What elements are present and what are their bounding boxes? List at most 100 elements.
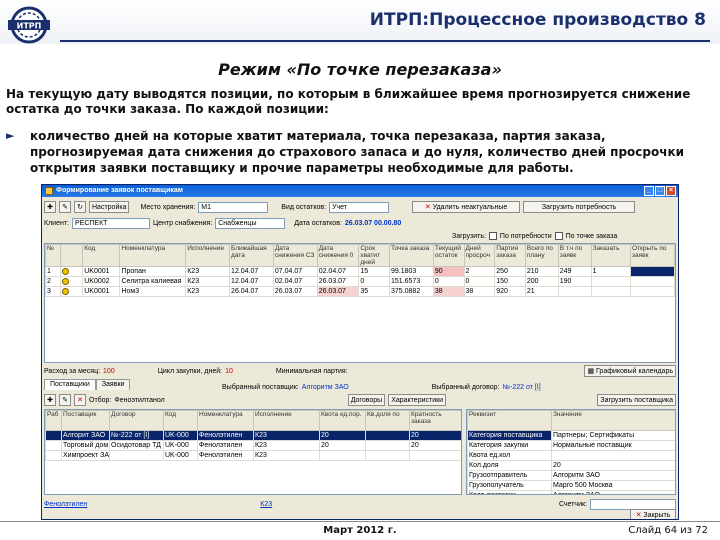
load-need-button[interactable]: Загрузить потребность	[523, 201, 636, 213]
column-header[interactable]: Раб	[45, 410, 62, 431]
column-header[interactable]: Номенклатура	[119, 244, 187, 267]
column-header[interactable]: Дней просроч	[463, 244, 496, 267]
position-row[interactable]: 3 UK0001 Ном3 К23 26.04.07 26.03.07 26.03.07 35…	[45, 286, 675, 297]
property-row[interactable]: Грузополучатель Марго 500 Москва	[467, 480, 675, 491]
column-header[interactable]: Кратность заказа	[409, 410, 461, 431]
property-row[interactable]: Кол.доля 20	[467, 460, 675, 471]
table-cell	[60, 276, 84, 287]
table-cell	[630, 266, 675, 277]
column-header[interactable]: Открыть по заявк	[630, 244, 675, 267]
bullet-text: количество дней на которые хватит матери…	[30, 129, 685, 175]
load-need-label: Загрузить потребность	[541, 203, 617, 211]
warning-icon	[62, 287, 70, 295]
slide-title: ИТРП:Процессное производство 8	[369, 10, 706, 30]
supplier-edit-icon[interactable]: ✎	[59, 394, 71, 406]
column-header[interactable]: Номенклатура	[197, 410, 254, 431]
maximize-button[interactable]: □	[655, 186, 665, 196]
table-cell: 26.03.07	[316, 286, 360, 297]
table-cell	[590, 286, 632, 297]
table-cell	[365, 450, 410, 461]
new-icon[interactable]: ✚	[44, 201, 56, 213]
table-cell: 920	[494, 286, 526, 297]
props-header-row: Реквизит Значение	[467, 410, 675, 431]
close-button[interactable]: ✕ Закрыть	[630, 509, 676, 519]
column-header[interactable]: Дата снижения 0	[316, 244, 360, 267]
load-supplier-button[interactable]: Загрузить поставщика	[597, 394, 676, 406]
property-row[interactable]: Категория поставщика Партнеры; Сертификат…	[467, 430, 675, 441]
client-field[interactable]: РЕСПЕКТ	[71, 217, 150, 229]
center-field[interactable]: Снабженцы	[215, 217, 286, 229]
calc-field[interactable]: Учет	[329, 201, 390, 213]
table-cell	[557, 286, 592, 297]
column-header[interactable]: Значение	[551, 410, 675, 431]
column-header[interactable]: Код	[82, 244, 121, 267]
column-header[interactable]: Договор	[109, 410, 164, 431]
column-header[interactable]: Квота ед.пор.	[319, 410, 366, 431]
supplier-add-icon[interactable]: ✚	[44, 394, 56, 406]
delete-irrelevant-button[interactable]: ✕ Удалить неактуальные	[412, 201, 521, 213]
column-header[interactable]	[60, 244, 84, 267]
table-cell: 90	[432, 266, 465, 277]
column-header[interactable]: Исполнение	[185, 244, 231, 267]
column-header[interactable]: Кв.доля по	[365, 410, 410, 431]
footer-slide-number: Слайд 64 из 72	[628, 525, 708, 536]
edit-icon[interactable]: ✎	[59, 201, 71, 213]
minimize-button[interactable]: _	[644, 186, 654, 196]
property-row[interactable]: Квота ед.кол	[467, 450, 675, 461]
suppliers-grid: Раб Поставщик Договор Код Номенклатура Исполн…	[44, 409, 462, 495]
column-header[interactable]: №	[45, 244, 62, 267]
storage-field[interactable]: М1	[198, 201, 269, 213]
suppliers-header-row: Раб Поставщик Договор Код Номенклатура Исполн…	[45, 410, 461, 431]
characteristics-button[interactable]: Характеристики	[388, 394, 447, 406]
table-cell: Ном3	[119, 286, 187, 297]
column-header[interactable]: Ближайшая дата	[229, 244, 274, 267]
need-checkbox[interactable]	[488, 232, 497, 240]
tab-orders[interactable]: Заявки	[95, 379, 131, 390]
column-header[interactable]: Реквизит	[467, 410, 552, 431]
bottom-item-link[interactable]: Фенолэтилен	[44, 501, 87, 508]
table-cell: Алгорит ЗАО	[61, 430, 110, 441]
column-header[interactable]: Код	[163, 410, 198, 431]
table-cell: UK-000	[163, 440, 198, 451]
column-header[interactable]: Всего по плану	[524, 244, 559, 267]
column-header[interactable]: Поставщик	[61, 410, 110, 431]
table-cell: UK0001	[82, 286, 121, 297]
column-header[interactable]: Дата снижения СЗ	[272, 244, 318, 267]
table-cell: UK-000	[163, 430, 198, 441]
column-header[interactable]: Точка заказа	[389, 244, 434, 267]
column-header[interactable]: Заказать	[590, 244, 632, 267]
property-row[interactable]: Категория закупки Нормальные поставщик	[467, 440, 675, 451]
table-cell	[551, 450, 675, 461]
supplier-row[interactable]: Торговый дом... Осидотовар ТД UK-000 Фенолэ…	[45, 440, 461, 451]
contracts-button[interactable]: Договоры	[347, 394, 386, 406]
property-row[interactable]: Крат. поставкиАлгоритм ЗАО	[467, 490, 675, 494]
calendar-label: Графиковый календарь	[596, 367, 673, 375]
settings-button[interactable]: Настройка	[89, 201, 130, 213]
calendar-button[interactable]: ▦ Графиковый календарь	[584, 365, 676, 377]
tab-suppliers[interactable]: Поставщики	[44, 379, 96, 390]
supplier-row[interactable]: Химпроект ЗАО UK-000 Фенолэтилен К23	[45, 450, 461, 461]
column-header[interactable]: Исполнение	[253, 410, 320, 431]
table-cell	[590, 276, 632, 287]
position-row[interactable]: 1 UK0001 Пропан К23 12.04.07 07.04.07 02.04.07…	[45, 266, 675, 277]
column-header[interactable]: Срок хватит дней	[358, 244, 391, 267]
position-row[interactable]: 2 UK0002 Селитра калиевая К23 12.04.07 02.04.…	[45, 276, 675, 287]
refresh-icon[interactable]: ↻	[74, 201, 86, 213]
center-label: Центр снабжения:	[152, 219, 213, 227]
table-cell	[630, 276, 675, 287]
supplier-row[interactable]: Алгорит ЗАО №-222 от [I] UK-000 Фенолэтилен…	[45, 430, 461, 441]
column-header[interactable]: Партия заказа	[494, 244, 526, 267]
point-checkbox[interactable]	[554, 232, 563, 240]
selected-contract-value: №-222 от [I]	[502, 383, 541, 391]
bottom-exec-link[interactable]: К23	[260, 501, 272, 508]
table-cell	[45, 450, 62, 461]
close-window-button[interactable]: ×	[666, 186, 676, 196]
table-cell: 200	[524, 276, 559, 287]
column-header[interactable]: Текущий остаток	[432, 244, 465, 267]
table-cell: 150	[494, 276, 526, 287]
window-titlebar[interactable]: Формирование заявок поставщикам _ □ ×	[42, 185, 678, 197]
supplier-delete-icon[interactable]: ✕	[74, 394, 86, 406]
calendar-icon: ▦	[587, 368, 595, 375]
property-row[interactable]: Грузоотправитель Алгоритм ЗАО	[467, 470, 675, 481]
column-header[interactable]: В т.ч по заявк	[557, 244, 592, 267]
